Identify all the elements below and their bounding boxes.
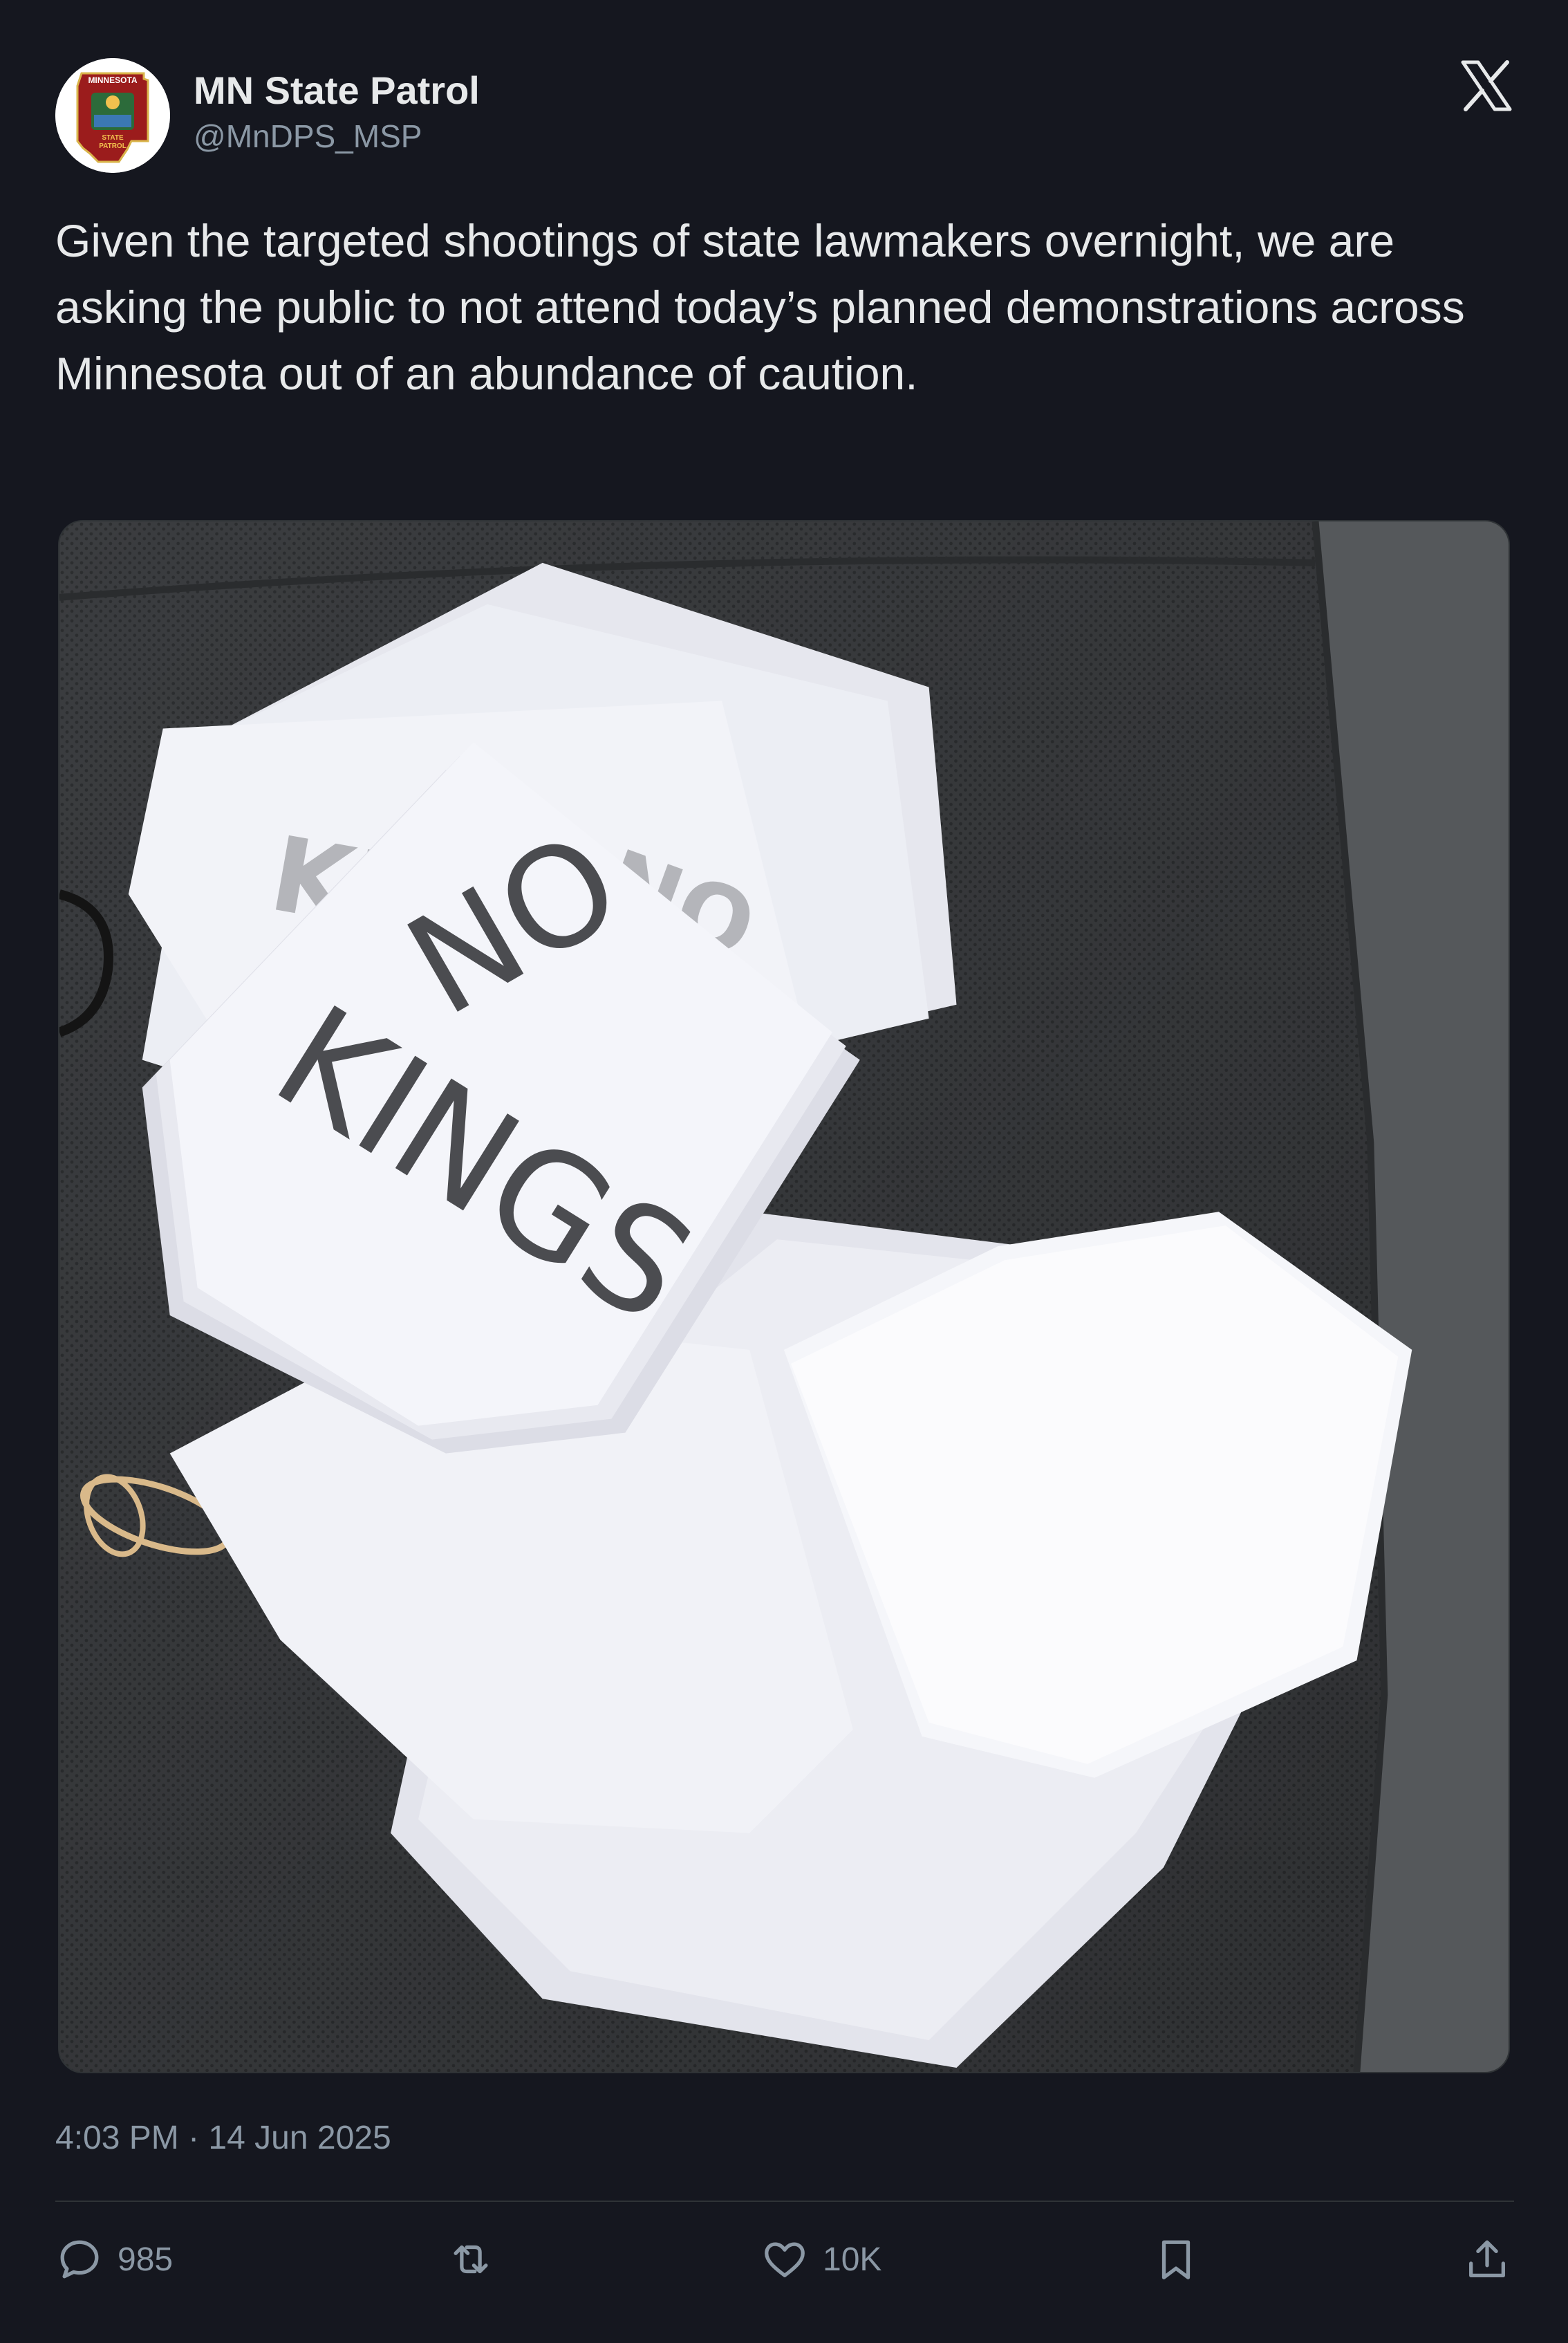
repost-button[interactable] <box>447 2228 509 2290</box>
state-patrol-patch-icon: MINNESOTA STATE PATROL <box>55 58 170 173</box>
heart-icon <box>765 2242 805 2277</box>
share-button[interactable] <box>1463 2228 1511 2290</box>
like-count: 10K <box>823 2241 882 2278</box>
tweet-photo[interactable]: KI NO NO KINGS <box>58 520 1510 2073</box>
bookmark-icon <box>1161 2240 1191 2279</box>
patch-top-text: MINNESOTA <box>88 75 137 85</box>
repost-icon <box>454 2245 488 2274</box>
like-button[interactable]: 10K <box>760 2228 881 2290</box>
x-logo-icon[interactable] <box>1459 58 1514 113</box>
account-handle[interactable]: @MnDPS_MSP <box>194 118 422 155</box>
patch-mid-text: STATE <box>102 134 124 142</box>
reply-button[interactable]: 985 <box>55 2228 173 2290</box>
photo-no-kings-signs: KI NO NO KINGS <box>59 521 1509 2072</box>
share-icon <box>1469 2240 1505 2277</box>
divider <box>55 2201 1514 2202</box>
bookmark-button[interactable] <box>1152 2228 1200 2290</box>
avatar[interactable]: MINNESOTA STATE PATROL <box>55 58 170 173</box>
display-name[interactable]: MN State Patrol <box>194 68 480 113</box>
tweet-actions-bar: 985 10K <box>55 2228 1514 2290</box>
patch-bottom-text: PATROL <box>99 142 127 150</box>
tweet-text: Given the targeted shootings of state la… <box>55 215 1465 399</box>
reply-count: 985 <box>118 2241 174 2278</box>
tweet-timestamp[interactable]: 4:03 PM · 14 Jun 2025 <box>55 2119 391 2157</box>
tweet-header: MINNESOTA STATE PATROL MN State Patrol @… <box>55 55 1514 173</box>
reply-icon <box>60 2240 99 2279</box>
